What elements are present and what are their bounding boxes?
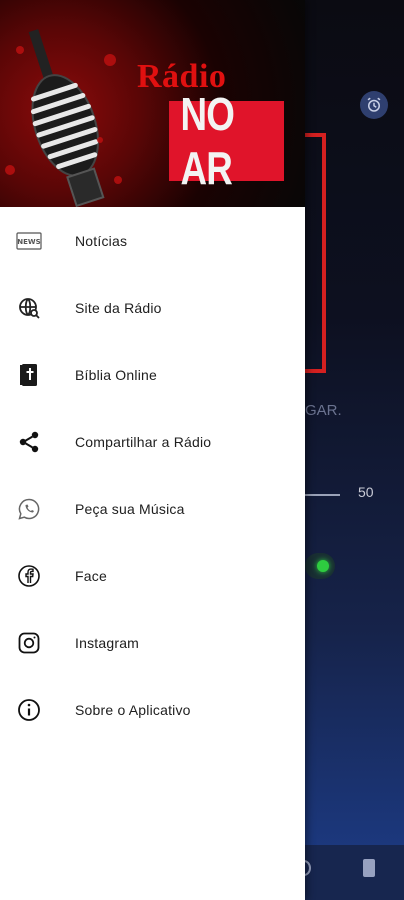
svg-text:NEWS: NEWS xyxy=(17,238,40,246)
menu-item-label: Notícias xyxy=(75,232,128,249)
alarm-clock-icon[interactable] xyxy=(360,91,388,119)
brand-badge: NO AR xyxy=(169,88,284,194)
bible-icon xyxy=(16,362,42,388)
menu-item-label: Site da Rádio xyxy=(75,299,162,316)
menu-item-peca-sua-musica[interactable]: Peça sua Música xyxy=(0,475,305,542)
live-dot-icon xyxy=(317,560,329,572)
volume-slider[interactable] xyxy=(305,494,340,496)
menu-item-label: Bíblia Online xyxy=(75,366,157,383)
bottom-nav-bar xyxy=(305,845,404,900)
share-icon xyxy=(16,429,42,455)
volume-value: 50 xyxy=(358,484,374,500)
menu-item-label: Compartilhar a Rádio xyxy=(75,433,212,450)
menu-item-label: Sobre o Aplicativo xyxy=(75,701,191,718)
menu-item-site-da-radio[interactable]: Site da Rádio xyxy=(0,274,305,341)
menu-item-face[interactable]: Face xyxy=(0,542,305,609)
menu-item-label: Face xyxy=(75,567,107,584)
brand-title-noar: NO AR xyxy=(180,88,235,194)
news-icon: NEWS xyxy=(16,228,42,254)
menu-item-instagram[interactable]: Instagram xyxy=(0,609,305,676)
drawer-menu: NEWS Notícias Site da Rádio Bíblia Onlin… xyxy=(0,207,305,743)
globe-search-icon xyxy=(16,295,42,321)
microphone-logo-icon xyxy=(5,29,122,207)
info-icon xyxy=(16,697,42,723)
partial-station-text: GAR. xyxy=(305,402,342,419)
menu-item-compartilhar[interactable]: Compartilhar a Rádio xyxy=(0,408,305,475)
live-indicator xyxy=(305,553,335,579)
menu-item-noticias[interactable]: NEWS Notícias xyxy=(0,207,305,274)
instagram-icon xyxy=(16,630,42,656)
navigation-drawer: Rádio NO AR NEWS Notícias Site da Rádio … xyxy=(0,0,305,900)
menu-item-label: Instagram xyxy=(75,634,140,651)
menu-item-sobre-o-aplicativo[interactable]: Sobre o Aplicativo xyxy=(0,676,305,743)
whatsapp-icon xyxy=(16,496,42,522)
facebook-icon xyxy=(16,563,42,589)
drawer-header-banner: Rádio NO AR xyxy=(0,0,305,207)
bible-nav-icon[interactable] xyxy=(363,859,375,877)
menu-item-biblia-online[interactable]: Bíblia Online xyxy=(0,341,305,408)
menu-item-label: Peça sua Música xyxy=(75,500,185,517)
